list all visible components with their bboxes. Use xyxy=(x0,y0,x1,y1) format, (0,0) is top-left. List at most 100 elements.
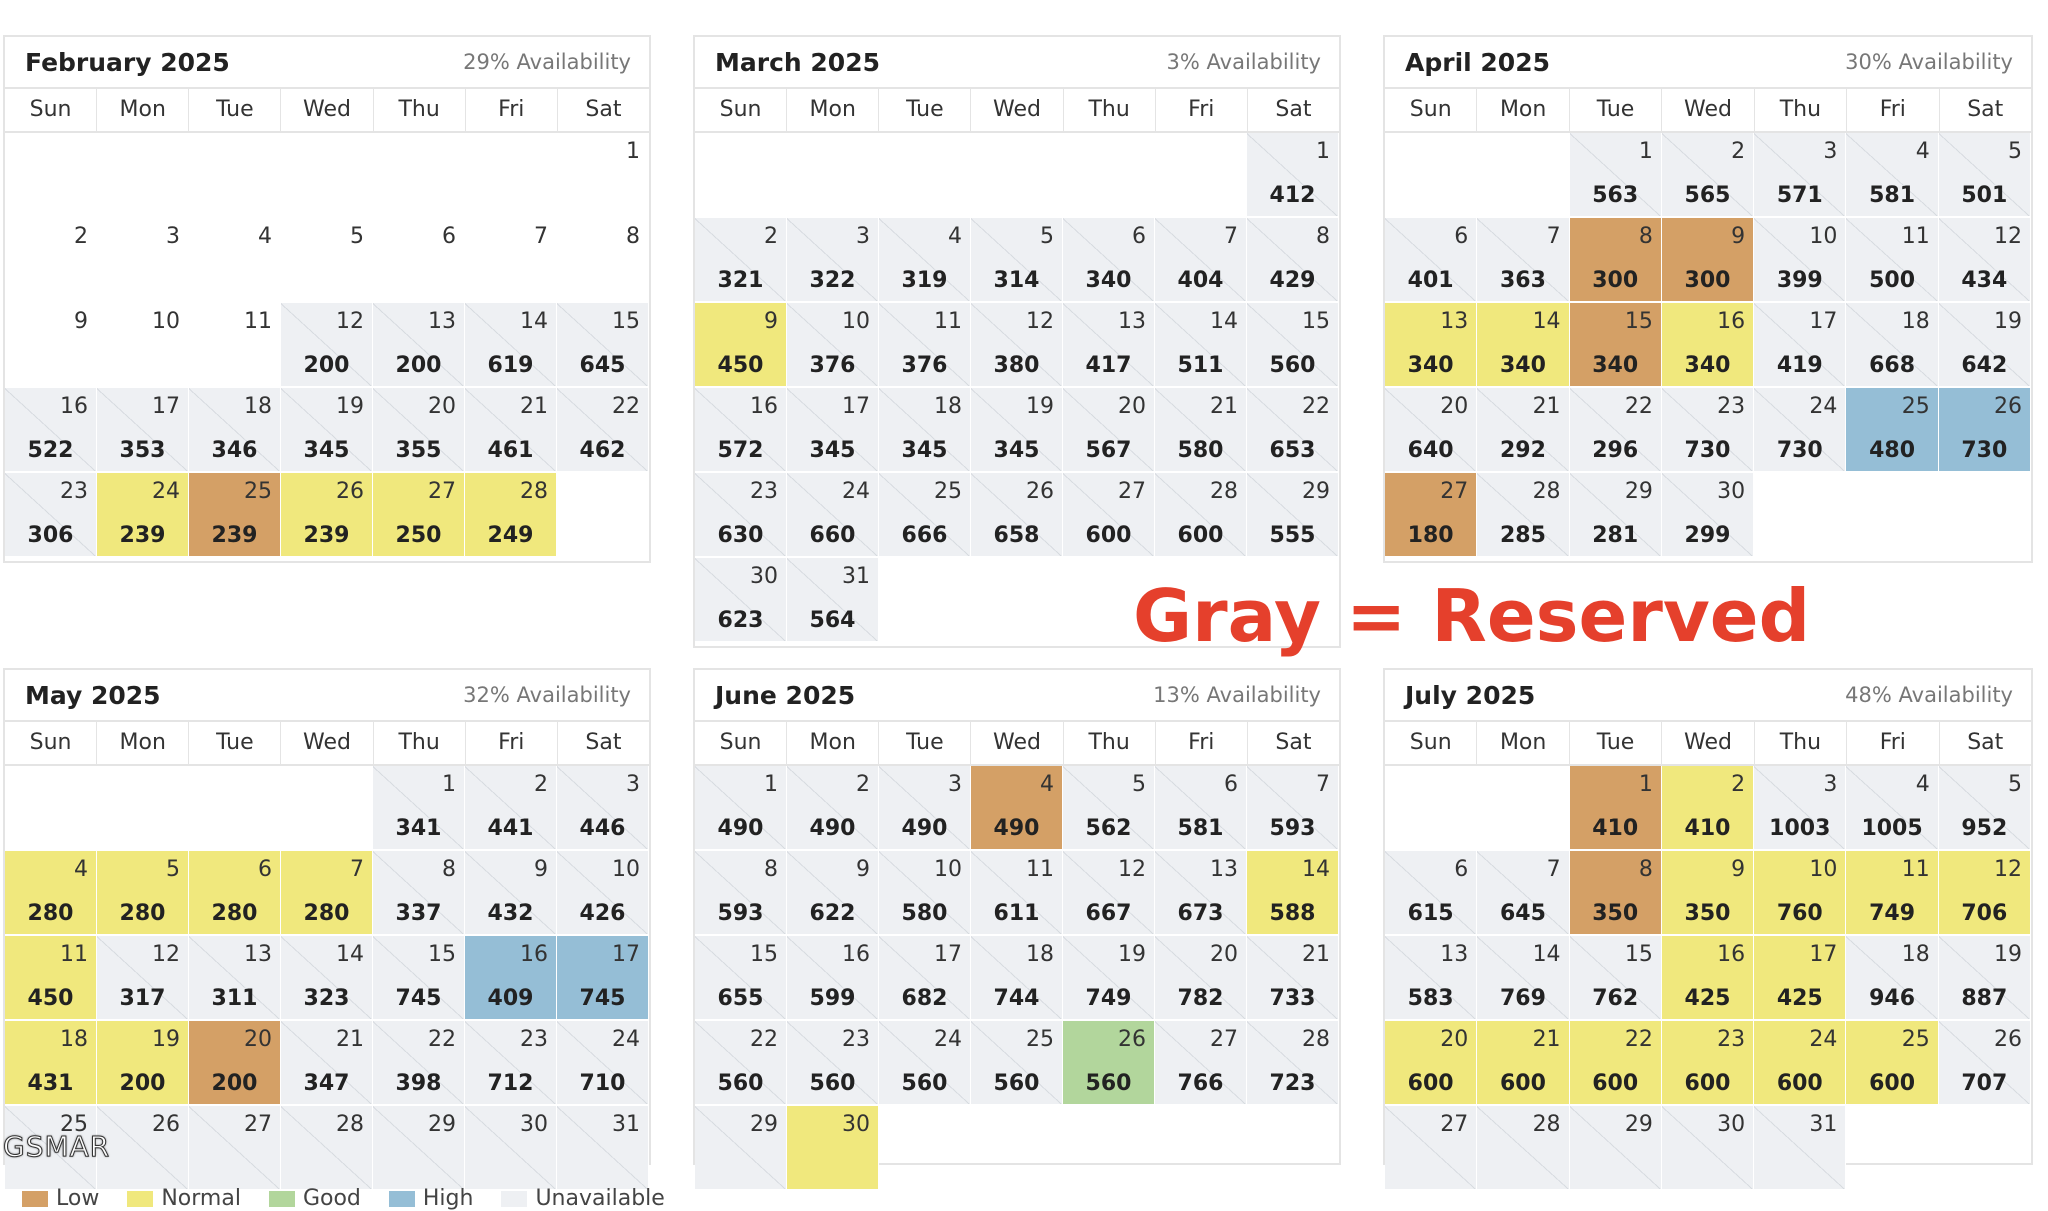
day-cell[interactable]: 17 345 xyxy=(787,388,879,473)
day-cell[interactable]: 2 410 xyxy=(1661,766,1755,851)
day-cell[interactable]: 18 431 xyxy=(5,1021,97,1106)
day-cell[interactable]: 17 745 xyxy=(557,936,649,1021)
day-cell[interactable]: 1 412 xyxy=(1247,133,1339,218)
day-cell[interactable]: 6 615 xyxy=(1385,851,1478,936)
day-cell[interactable]: 3 490 xyxy=(879,766,971,851)
day-cell[interactable]: 2 xyxy=(5,218,97,303)
day-cell[interactable]: 6 581 xyxy=(1155,766,1247,851)
day-cell[interactable]: 16 409 xyxy=(465,936,557,1021)
day-cell[interactable]: 21 347 xyxy=(281,1021,373,1106)
day-cell[interactable]: 27 600 xyxy=(1063,473,1155,558)
day-cell[interactable]: 12 380 xyxy=(971,303,1063,388)
day-cell[interactable]: 13 583 xyxy=(1385,936,1478,1021)
day-cell[interactable]: 24 660 xyxy=(787,473,879,558)
day-cell[interactable]: 31 xyxy=(557,1106,649,1191)
day-cell[interactable]: 3 446 xyxy=(557,766,649,851)
day-cell[interactable]: 29 xyxy=(373,1106,465,1191)
day-cell[interactable]: 1 490 xyxy=(695,766,787,851)
day-cell[interactable]: 14 340 xyxy=(1477,303,1570,388)
day-cell[interactable]: 2 321 xyxy=(695,218,787,303)
day-cell[interactable]: 20 640 xyxy=(1385,388,1478,473)
day-cell[interactable]: 21 733 xyxy=(1247,936,1339,1021)
day-cell[interactable]: 9 432 xyxy=(465,851,557,936)
day-cell[interactable]: 20 567 xyxy=(1063,388,1155,473)
day-cell[interactable]: 8 337 xyxy=(373,851,465,936)
day-cell[interactable]: 1 410 xyxy=(1569,766,1662,851)
day-cell[interactable]: 24 560 xyxy=(879,1021,971,1106)
day-cell[interactable]: 11 611 xyxy=(971,851,1063,936)
day-cell[interactable]: 22 600 xyxy=(1569,1021,1662,1106)
day-cell[interactable]: 9 350 xyxy=(1661,851,1755,936)
day-cell[interactable]: 8 593 xyxy=(695,851,787,936)
day-cell[interactable]: 24 239 xyxy=(97,473,189,558)
day-cell[interactable]: 29 xyxy=(1569,1106,1662,1191)
day-cell[interactable]: 6 401 xyxy=(1385,218,1478,303)
day-cell[interactable]: 15 645 xyxy=(557,303,649,388)
day-cell[interactable]: 21 461 xyxy=(465,388,557,473)
day-cell[interactable]: 10 xyxy=(97,303,189,388)
day-cell[interactable]: 12 200 xyxy=(281,303,373,388)
day-cell[interactable]: 14 588 xyxy=(1247,851,1339,936)
day-cell[interactable]: 27 250 xyxy=(373,473,465,558)
day-cell[interactable]: 10 399 xyxy=(1754,218,1847,303)
day-cell[interactable]: 20 355 xyxy=(373,388,465,473)
day-cell[interactable]: 19 749 xyxy=(1063,936,1155,1021)
day-cell[interactable]: 13 200 xyxy=(373,303,465,388)
day-cell[interactable]: 16 522 xyxy=(5,388,97,473)
day-cell[interactable]: 5 952 xyxy=(1938,766,2031,851)
day-cell[interactable]: 8 429 xyxy=(1247,218,1339,303)
day-cell[interactable]: 23 630 xyxy=(695,473,787,558)
day-cell[interactable]: 22 653 xyxy=(1247,388,1339,473)
day-cell[interactable]: 15 655 xyxy=(695,936,787,1021)
day-cell[interactable]: 9 xyxy=(5,303,97,388)
day-cell[interactable]: 15 560 xyxy=(1247,303,1339,388)
day-cell[interactable]: 13 417 xyxy=(1063,303,1155,388)
day-cell[interactable]: 22 560 xyxy=(695,1021,787,1106)
day-cell[interactable]: 28 xyxy=(1477,1106,1570,1191)
day-cell[interactable]: 23 730 xyxy=(1661,388,1755,473)
day-cell[interactable]: 6 280 xyxy=(189,851,281,936)
day-cell[interactable]: 5 314 xyxy=(971,218,1063,303)
day-cell[interactable]: 24 730 xyxy=(1754,388,1847,473)
day-cell[interactable]: 6 340 xyxy=(1063,218,1155,303)
day-cell[interactable]: 4 280 xyxy=(5,851,97,936)
day-cell[interactable]: 30 xyxy=(787,1106,879,1191)
day-cell[interactable]: 4 xyxy=(189,218,281,303)
day-cell[interactable]: 16 425 xyxy=(1661,936,1755,1021)
day-cell[interactable]: 26 707 xyxy=(1938,1021,2031,1106)
day-cell[interactable]: 5 280 xyxy=(97,851,189,936)
day-cell[interactable]: 28 723 xyxy=(1247,1021,1339,1106)
day-cell[interactable]: 27 766 xyxy=(1155,1021,1247,1106)
day-cell[interactable]: 17 419 xyxy=(1754,303,1847,388)
day-cell[interactable]: 7 363 xyxy=(1477,218,1570,303)
day-cell[interactable]: 24 710 xyxy=(557,1021,649,1106)
day-cell[interactable]: 19 345 xyxy=(971,388,1063,473)
day-cell[interactable]: 22 462 xyxy=(557,388,649,473)
day-cell[interactable]: 23 600 xyxy=(1661,1021,1755,1106)
day-cell[interactable]: 27 180 xyxy=(1385,473,1478,558)
day-cell[interactable]: 11 xyxy=(189,303,281,388)
day-cell[interactable]: 10 760 xyxy=(1754,851,1847,936)
day-cell[interactable]: 3 322 xyxy=(787,218,879,303)
day-cell[interactable]: 28 249 xyxy=(465,473,557,558)
day-cell[interactable]: 9 622 xyxy=(787,851,879,936)
day-cell[interactable]: 10 580 xyxy=(879,851,971,936)
day-cell[interactable]: 18 946 xyxy=(1846,936,1939,1021)
day-cell[interactable]: 4 319 xyxy=(879,218,971,303)
day-cell[interactable]: 22 296 xyxy=(1569,388,1662,473)
day-cell[interactable]: 20 200 xyxy=(189,1021,281,1106)
day-cell[interactable]: 27 xyxy=(1385,1106,1478,1191)
day-cell[interactable]: 17 353 xyxy=(97,388,189,473)
day-cell[interactable]: 3 xyxy=(97,218,189,303)
day-cell[interactable]: 2 441 xyxy=(465,766,557,851)
day-cell[interactable]: 12 317 xyxy=(97,936,189,1021)
day-cell[interactable]: 10 376 xyxy=(787,303,879,388)
day-cell[interactable]: 19 642 xyxy=(1938,303,2031,388)
day-cell[interactable]: 12 667 xyxy=(1063,851,1155,936)
day-cell[interactable]: 28 600 xyxy=(1155,473,1247,558)
day-cell[interactable]: 21 292 xyxy=(1477,388,1570,473)
day-cell[interactable]: 10 426 xyxy=(557,851,649,936)
day-cell[interactable]: 3 1003 xyxy=(1754,766,1847,851)
day-cell[interactable]: 19 887 xyxy=(1938,936,2031,1021)
day-cell[interactable]: 16 599 xyxy=(787,936,879,1021)
